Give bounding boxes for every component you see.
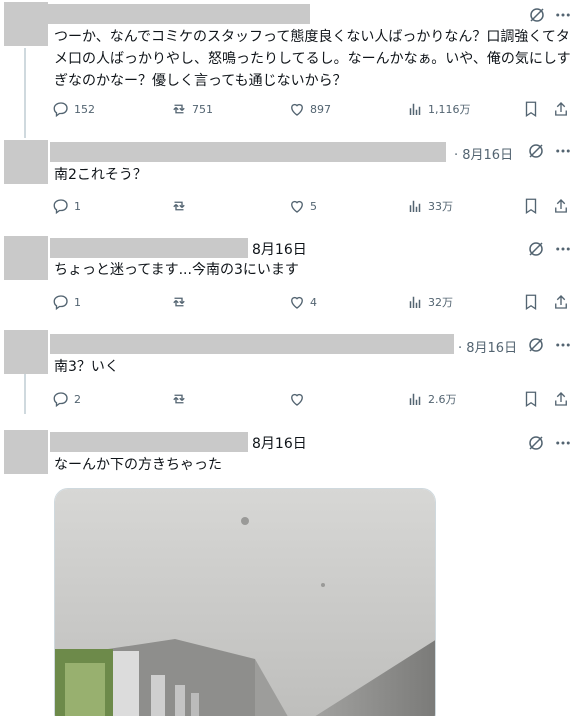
views-button[interactable]: 1,116万 <box>406 99 471 119</box>
tweet[interactable]: 8月16日 ちょっと迷ってます...今南の3にいます 1 4 32万 <box>0 234 586 324</box>
avatar[interactable] <box>4 430 48 474</box>
tweet-date[interactable]: · 8月16日 <box>458 337 517 356</box>
views-count: 2.6万 <box>428 393 457 406</box>
reply-button[interactable]: 152 <box>52 99 95 119</box>
repost-icon <box>173 394 185 404</box>
grok-icon[interactable] <box>527 142 545 160</box>
more-icon[interactable] <box>554 336 572 354</box>
reply-button[interactable]: 1 <box>52 196 81 216</box>
grok-icon[interactable] <box>528 6 546 24</box>
tweet-photo[interactable] <box>54 488 436 716</box>
repost-button[interactable] <box>170 196 192 216</box>
reply-count: 2 <box>74 392 81 406</box>
reply-icon <box>53 102 68 118</box>
avatar[interactable] <box>4 236 48 280</box>
bookmark-icon[interactable] <box>522 292 540 312</box>
author-name-redacted[interactable] <box>48 4 310 24</box>
repost-button[interactable] <box>170 389 192 409</box>
reply-icon <box>53 199 68 215</box>
action-bar: 1 5 33万 <box>52 196 572 216</box>
thread-line <box>24 48 26 138</box>
views-count: 33万 <box>428 200 453 213</box>
repost-icon <box>173 201 185 211</box>
repost-button[interactable] <box>170 292 192 312</box>
reply-button[interactable]: 1 <box>52 292 81 312</box>
like-button[interactable]: 5 <box>288 196 317 216</box>
bookmark-icon[interactable] <box>522 99 540 119</box>
author-name-redacted[interactable] <box>50 432 248 452</box>
author-name-redacted[interactable] <box>50 334 454 354</box>
views-count: 32万 <box>428 296 453 309</box>
like-icon <box>291 296 303 309</box>
share-icon[interactable] <box>552 292 570 312</box>
like-button[interactable]: 897 <box>288 99 331 119</box>
repost-count: 751 <box>192 102 213 116</box>
author-name-redacted[interactable] <box>50 142 446 162</box>
like-count: 897 <box>310 102 331 116</box>
tweet-date[interactable]: 8月16日 <box>252 239 307 259</box>
more-icon[interactable] <box>554 142 572 160</box>
repost-icon <box>173 297 185 307</box>
like-icon <box>291 393 303 406</box>
tweet-text: 南3？いく <box>54 359 119 375</box>
views-icon <box>409 103 421 115</box>
grok-icon[interactable] <box>527 240 545 258</box>
grok-icon[interactable] <box>527 434 545 452</box>
avatar[interactable] <box>4 140 48 184</box>
tweet[interactable]: つーか、なんでコミケのスタッフって態度良くない人ばっかりなん？口調強くてタメ口の… <box>0 0 586 138</box>
grok-icon[interactable] <box>527 336 545 354</box>
like-icon <box>291 200 303 213</box>
views-button[interactable]: 32万 <box>406 292 453 312</box>
action-bar: 152 751 897 1,116万 <box>52 99 572 119</box>
like-count: 5 <box>310 199 317 213</box>
tweet-date[interactable]: · 8月16日 <box>454 144 513 163</box>
repost-icon <box>173 104 185 114</box>
tweet[interactable]: · 8月16日 南3？いく 2 2.6万 <box>0 330 586 420</box>
corridor-image <box>55 489 435 716</box>
bookmark-icon[interactable] <box>522 196 540 216</box>
reply-icon <box>53 392 68 408</box>
share-icon[interactable] <box>552 196 570 216</box>
views-button[interactable]: 2.6万 <box>406 389 457 409</box>
tweet[interactable]: · 8月16日 南2これそう？ 1 5 33万 <box>0 138 586 228</box>
tweet-text: なーんか下の方きちゃった <box>54 457 222 473</box>
tweet-text: つーか、なんでコミケのスタッフって態度良くない人ばっかりなん？口調強くてタメ口の… <box>54 29 571 89</box>
reply-count: 1 <box>74 295 81 309</box>
share-icon[interactable] <box>552 389 570 409</box>
reply-count: 152 <box>74 102 95 116</box>
reply-button[interactable]: 2 <box>52 389 81 409</box>
tweet-text: 南2これそう？ <box>54 167 147 183</box>
share-icon[interactable] <box>552 99 570 119</box>
tweet-text: ちょっと迷ってます...今南の3にいます <box>54 262 299 278</box>
avatar[interactable] <box>4 330 48 374</box>
like-count: 4 <box>310 295 317 309</box>
reply-icon <box>53 295 68 311</box>
avatar[interactable] <box>4 2 48 46</box>
views-icon <box>409 200 421 212</box>
reply-count: 1 <box>74 199 81 213</box>
thread-line <box>24 374 26 414</box>
more-icon[interactable] <box>554 6 572 24</box>
views-icon <box>409 296 421 308</box>
views-icon <box>409 393 421 405</box>
views-count: 1,116万 <box>428 103 471 116</box>
more-icon[interactable] <box>554 240 572 258</box>
author-name-redacted[interactable] <box>50 238 248 258</box>
tweet-date[interactable]: 8月16日 <box>252 433 307 453</box>
bookmark-icon[interactable] <box>522 389 540 409</box>
like-button[interactable]: 4 <box>288 292 317 312</box>
action-bar: 1 4 32万 <box>52 292 572 312</box>
repost-button[interactable]: 751 <box>170 99 213 119</box>
more-icon[interactable] <box>554 434 572 452</box>
like-button[interactable] <box>288 389 310 409</box>
views-button[interactable]: 33万 <box>406 196 453 216</box>
action-bar: 2 2.6万 <box>52 389 572 409</box>
like-icon <box>291 103 303 116</box>
